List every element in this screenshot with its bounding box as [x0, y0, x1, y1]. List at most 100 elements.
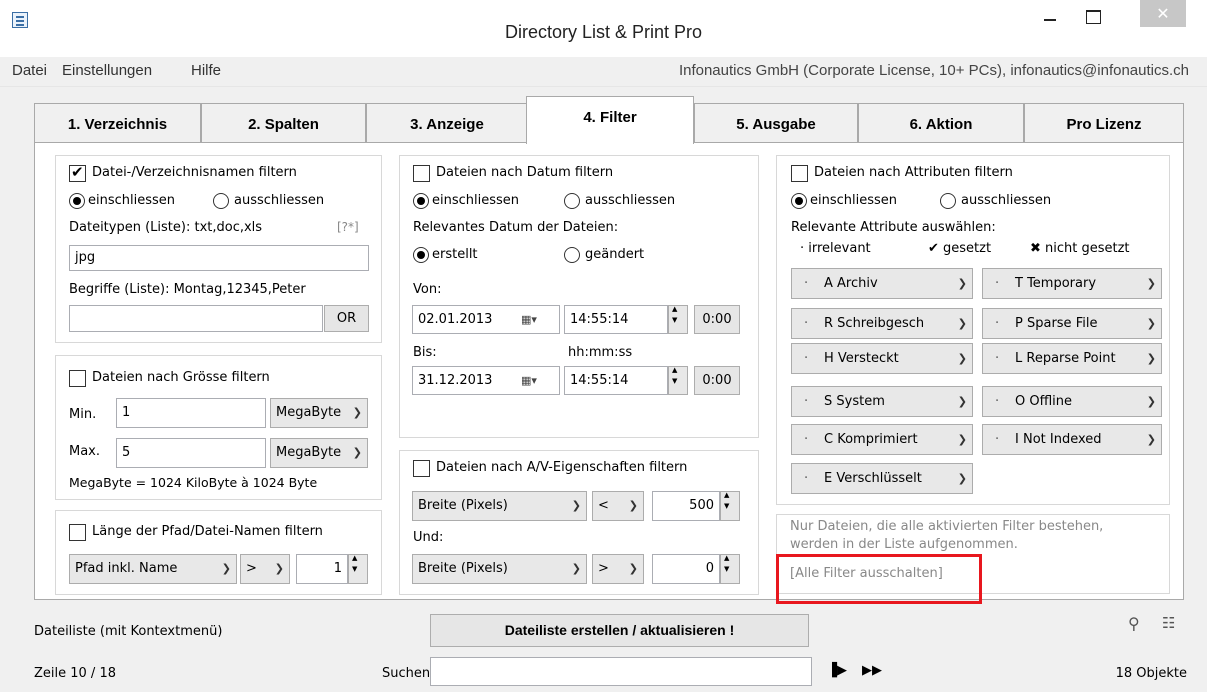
path-length-spinner[interactable] — [348, 554, 368, 584]
av-value1-input[interactable]: 500 — [652, 491, 720, 521]
tab-filter[interactable]: 4. Filter — [526, 96, 694, 144]
av-value2-input[interactable]: 0 — [652, 554, 720, 584]
attr-compressed-select[interactable]: · C Komprimiert ❯ — [791, 424, 973, 455]
min-unit-select[interactable]: MegaByte ❯ — [270, 398, 368, 428]
size-filter-checkbox[interactable] — [69, 370, 86, 387]
minimize-button[interactable] — [1038, 6, 1064, 30]
name-filter-checkbox[interactable] — [69, 164, 86, 182]
search-label: Suchen — [382, 666, 431, 681]
path-filter-label: Länge der Pfad/Datei-Namen filtern — [92, 524, 323, 539]
name-exclude-radio[interactable] — [213, 193, 229, 209]
tab-verzeichnis[interactable]: 1. Verzeichnis — [34, 103, 201, 143]
chevron-down-icon: ❯ — [1146, 395, 1156, 408]
av-prop2-value: Breite (Pixels) — [418, 561, 508, 576]
irrelevant-icon: · — [804, 432, 809, 447]
or-button[interactable]: OR — [324, 305, 369, 332]
av-prop1-select[interactable]: Breite (Pixels) ❯ — [412, 491, 587, 521]
created-radio[interactable] — [413, 247, 429, 263]
tree-view-icon[interactable]: ☷ — [1162, 614, 1182, 634]
attr-sparse-select[interactable]: · P Sparse File ❯ — [982, 308, 1162, 339]
attr-offline-select[interactable]: · O Offline ❯ — [982, 386, 1162, 417]
menu-hilfe[interactable]: Hilfe — [191, 62, 221, 79]
types-input[interactable]: jpg — [69, 245, 369, 271]
av-filter-checkbox[interactable] — [413, 460, 430, 477]
attr-reparse-select[interactable]: · L Reparse Point ❯ — [982, 343, 1162, 374]
from-zero-button[interactable]: 0:00 — [694, 305, 740, 334]
max-input[interactable]: 5 — [116, 438, 266, 468]
date-relevant-label: Relevantes Datum der Dateien: — [413, 220, 619, 235]
attr-exclude-radio[interactable] — [940, 193, 956, 209]
tab-pro-lizenz[interactable]: Pro Lizenz — [1024, 103, 1184, 143]
from-label: Von: — [413, 282, 442, 297]
calendar-icon[interactable]: ▦▾ — [521, 374, 549, 388]
av-value2-spinner[interactable] — [720, 554, 740, 584]
irrelevant-icon: · — [995, 316, 1000, 331]
name-include-radio[interactable] — [69, 193, 85, 209]
attr-archiv-label: A Archiv — [824, 276, 878, 291]
attr-encrypted-select[interactable]: · E Verschlüsselt ❯ — [791, 463, 973, 494]
attr-temporary-select[interactable]: · T Temporary ❯ — [982, 268, 1162, 299]
types-help-link[interactable]: [?*] — [337, 220, 359, 234]
menu-datei[interactable]: Datei — [12, 62, 47, 79]
path-filter-checkbox[interactable] — [69, 524, 86, 541]
attr-include-radio[interactable] — [791, 193, 807, 209]
highlight-box — [776, 554, 982, 604]
search-all-icon[interactable]: ▶▶ — [862, 663, 888, 681]
attr-hidden-select[interactable]: · H Versteckt ❯ — [791, 343, 973, 374]
attr-compressed-label: C Komprimiert — [824, 432, 918, 447]
tab-spalten[interactable]: 2. Spalten — [201, 103, 366, 143]
irrelevant-icon: · — [804, 276, 809, 291]
maximize-button[interactable] — [1080, 4, 1106, 28]
attr-notindexed-select[interactable]: · I Not Indexed ❯ — [982, 424, 1162, 455]
to-zero-button[interactable]: 0:00 — [694, 366, 740, 395]
calendar-icon[interactable]: ▦▾ — [521, 313, 549, 327]
tab-anzeige[interactable]: 3. Anzeige — [366, 103, 528, 143]
close-button[interactable]: ✕ — [1140, 0, 1186, 27]
created-label: erstellt — [432, 247, 478, 262]
max-unit-value: MegaByte — [276, 445, 342, 460]
date-exclude-radio[interactable] — [564, 193, 580, 209]
date-include-radio[interactable] — [413, 193, 429, 209]
av-op2-select[interactable]: > ❯ — [592, 554, 644, 584]
attr-readonly-select[interactable]: · R Schreibgesch ❯ — [791, 308, 973, 339]
chevron-down-icon: ❯ — [1146, 317, 1156, 330]
to-time-spinner[interactable] — [668, 366, 688, 395]
attr-system-label: S System — [824, 394, 885, 409]
av-value1-spinner[interactable] — [720, 491, 740, 521]
from-time-input[interactable]: 14:55:14 — [564, 305, 668, 334]
attr-system-select[interactable]: · S System ❯ — [791, 386, 973, 417]
av-prop2-select[interactable]: Breite (Pixels) ❯ — [412, 554, 587, 584]
chevron-down-icon: ❯ — [957, 277, 967, 290]
irrelevant-icon: · — [804, 394, 809, 409]
attr-include-label: einschliessen — [810, 193, 898, 208]
menu-einstellungen[interactable]: Einstellungen — [62, 62, 152, 79]
from-time-spinner[interactable] — [668, 305, 688, 334]
tab-aktion[interactable]: 6. Aktion — [858, 103, 1024, 143]
license-info: Infonautics GmbH (Corporate License, 10+… — [678, 62, 1189, 79]
path-operator-select[interactable]: > ❯ — [240, 554, 290, 584]
tab-ausgabe[interactable]: 5. Ausgabe — [694, 103, 858, 143]
attr-archiv-select[interactable]: · A Archiv ❯ — [791, 268, 973, 299]
create-list-button[interactable]: Dateiliste erstellen / aktualisieren ! — [430, 614, 809, 647]
terms-input[interactable] — [69, 305, 323, 332]
info-line-1: Nur Dateien, die alle aktivierten Filter… — [790, 519, 1104, 534]
min-input[interactable]: 1 — [116, 398, 266, 428]
path-mode-select[interactable]: Pfad inkl. Name ❯ — [69, 554, 237, 584]
chevron-down-icon: ❯ — [1146, 277, 1156, 290]
attr-relevant-label: Relevante Attribute auswählen: — [791, 220, 996, 235]
filter-icon[interactable]: ⚲ — [1128, 614, 1146, 634]
av-op1-select[interactable]: < ❯ — [592, 491, 644, 521]
to-time-input[interactable]: 14:55:14 — [564, 366, 668, 395]
chevron-down-icon: ❯ — [957, 352, 967, 365]
path-length-input[interactable]: 1 — [296, 554, 348, 584]
name-filter-label: Datei-/Verzeichnisnamen filtern — [92, 165, 297, 180]
max-unit-select[interactable]: MegaByte ❯ — [270, 438, 368, 468]
attr-filter-checkbox[interactable] — [791, 165, 808, 182]
date-filter-checkbox[interactable] — [413, 165, 430, 182]
search-next-icon[interactable]: ▐▶ — [827, 663, 849, 681]
av-filter-label: Dateien nach A/V-Eigenschaften filtern — [436, 460, 688, 475]
modified-radio[interactable] — [564, 247, 580, 263]
chevron-down-icon: ❯ — [957, 395, 967, 408]
to-label: Bis: — [413, 345, 437, 360]
search-input[interactable] — [430, 657, 812, 686]
